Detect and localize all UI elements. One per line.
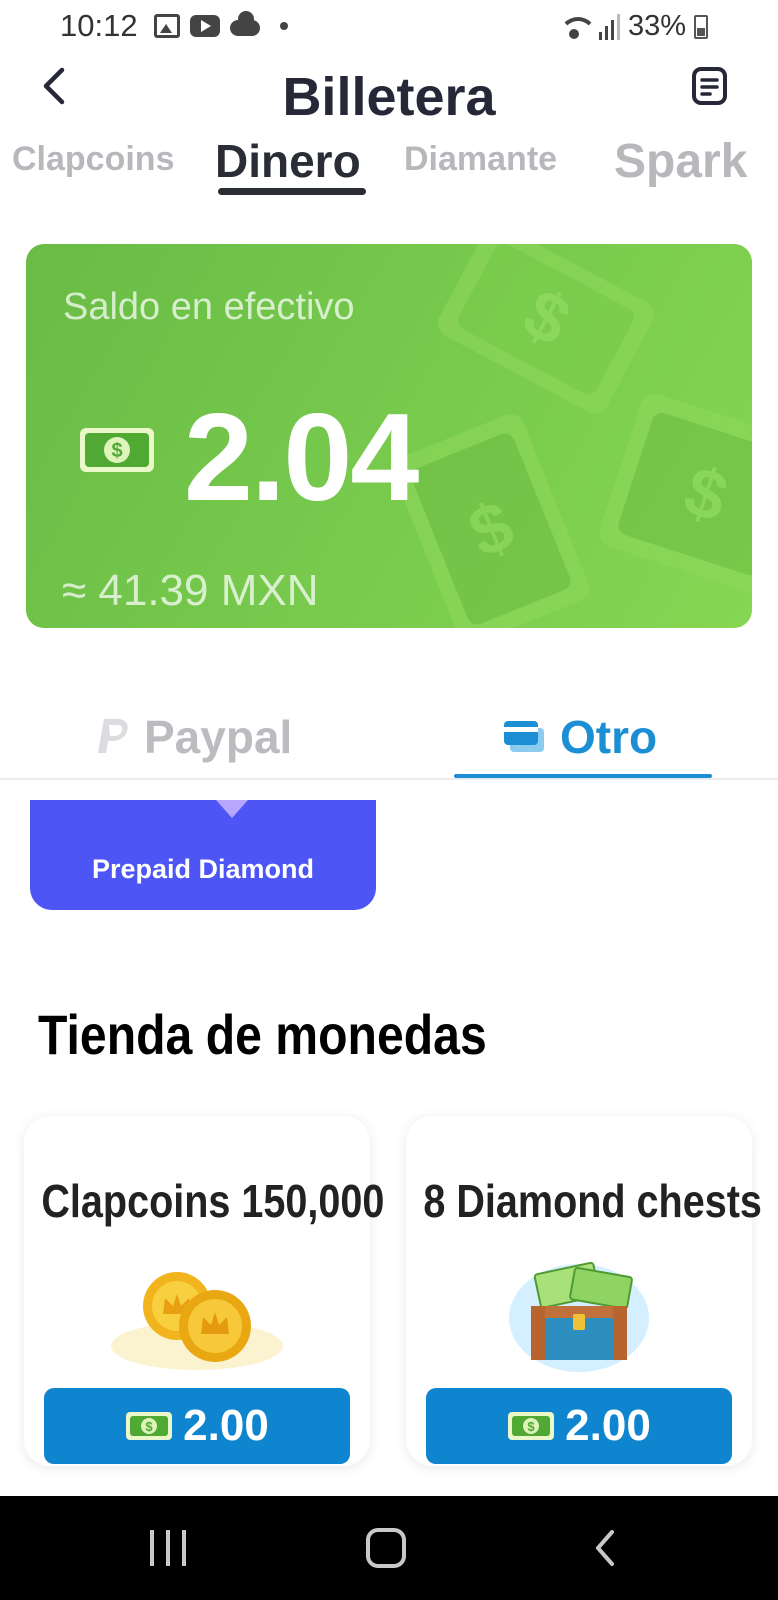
prepaid-diamond-label: Prepaid Diamond: [91, 854, 315, 884]
cards-icon: [504, 721, 544, 752]
tab-otro[interactable]: Otro: [502, 710, 657, 764]
tab-dinero[interactable]: Dinero: [215, 134, 361, 188]
treasure-chest-icon: [509, 1261, 649, 1372]
cash-icon: $: [508, 1412, 555, 1440]
balance-card: $ $ $ Saldo en efectivo $ 2.04 ≈ 41.39 M…: [26, 244, 752, 628]
battery-percent: 33%: [627, 10, 686, 42]
shop-title: Tienda de monedas: [38, 1003, 487, 1066]
prepaid-diamond-option[interactable]: Prepaid Diamond: [30, 800, 376, 910]
diamond-icon: [216, 800, 248, 818]
tab-spark[interactable]: Spark: [614, 134, 747, 189]
balance-approx: ≈ 41.39 MXN: [62, 566, 319, 615]
balance-amount: 2.04: [184, 389, 419, 527]
page-title: Billetera: [282, 67, 496, 127]
status-icons-right: 33%: [557, 10, 708, 43]
recents-icon[interactable]: [150, 1526, 186, 1570]
active-tab-indicator: [218, 188, 366, 195]
battery-icon: [694, 14, 708, 39]
tab-paypal[interactable]: Paypal: [96, 710, 292, 764]
buy-button[interactable]: $ 2.00: [426, 1388, 732, 1464]
otro-label: Otro: [560, 711, 658, 763]
status-icons-left: [154, 11, 288, 38]
cloud-icon: [230, 11, 260, 36]
records-button[interactable]: [690, 66, 730, 106]
buy-price: 2.00: [565, 1401, 651, 1450]
method-tabs-divider: [0, 778, 778, 780]
cash-icon: $: [126, 1412, 173, 1440]
status-bar: 10:12 33%: [0, 0, 778, 56]
paypal-icon: [98, 719, 128, 753]
svg-text:$: $: [111, 440, 122, 462]
buy-button[interactable]: $ 2.00: [44, 1388, 350, 1464]
wifi-icon: [557, 13, 597, 41]
product-name: 8 Diamond chests: [423, 1175, 762, 1227]
balance-label: Saldo en efectivo: [63, 286, 355, 328]
system-nav-bar: [0, 1496, 778, 1600]
gold-coins-icon: [111, 1272, 283, 1370]
dot-icon: [280, 22, 288, 30]
document-icon: [692, 67, 727, 105]
back-icon[interactable]: [590, 1526, 620, 1570]
active-method-indicator: [454, 774, 712, 778]
signal-icon: [598, 13, 620, 40]
svg-text:$: $: [528, 1419, 536, 1434]
home-icon[interactable]: [366, 1528, 406, 1568]
gallery-icon: [154, 14, 180, 38]
product-card-diamond-chests[interactable]: 8 Diamond chests $ 2.00: [406, 1116, 762, 1466]
tab-diamante[interactable]: Diamante: [404, 140, 557, 179]
tab-clapcoins[interactable]: Clapcoins: [12, 140, 174, 179]
product-card-clapcoins[interactable]: Clapcoins 150,000 $ 2.00: [24, 1116, 385, 1466]
status-time: 10:12: [60, 8, 138, 43]
product-name: Clapcoins 150,000: [41, 1175, 385, 1227]
cash-icon: $: [80, 428, 154, 472]
buy-price: 2.00: [183, 1401, 269, 1450]
svg-text:$: $: [146, 1419, 154, 1434]
paypal-label: Paypal: [144, 711, 293, 763]
youtube-icon: [190, 15, 220, 37]
